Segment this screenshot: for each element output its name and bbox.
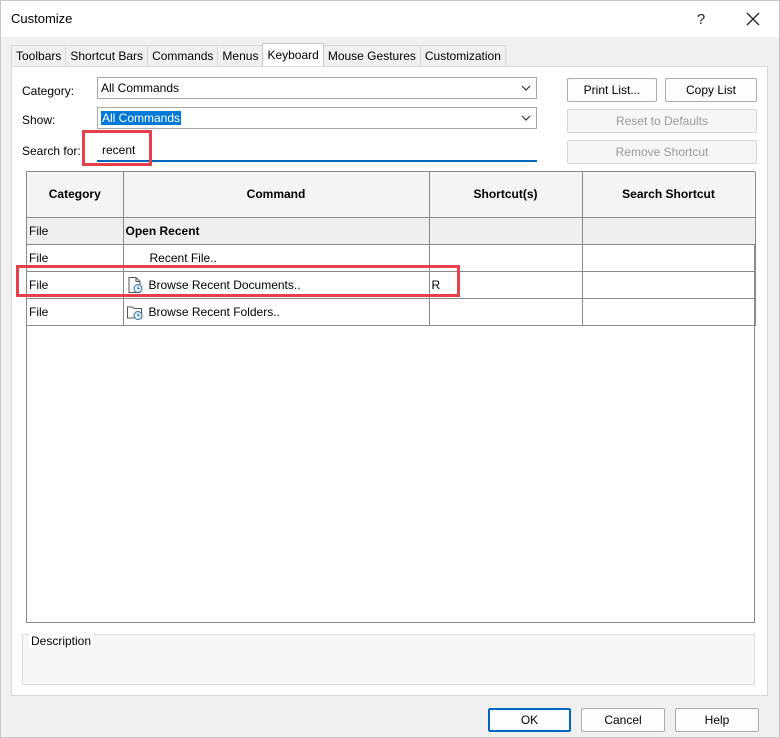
row-search-shortcut[interactable] bbox=[582, 244, 756, 272]
tab-customization[interactable]: Customization bbox=[419, 45, 506, 66]
tab-menus[interactable]: Menus bbox=[217, 45, 264, 66]
row-shortcut[interactable] bbox=[429, 298, 583, 326]
remove-shortcut-button[interactable]: Remove Shortcut bbox=[567, 140, 757, 164]
table-row[interactable]: File Open Recent bbox=[27, 217, 756, 245]
close-button[interactable] bbox=[733, 5, 773, 33]
table-row[interactable]: File Browse Recent Documents.. R bbox=[27, 271, 756, 299]
window-title: Customize bbox=[11, 11, 73, 26]
help-title-button[interactable]: ? bbox=[681, 5, 721, 33]
category-label: Category: bbox=[22, 84, 75, 98]
tab-toolbars[interactable]: Toolbars bbox=[11, 45, 67, 66]
header-shortcuts[interactable]: Shortcut(s) bbox=[429, 172, 583, 218]
row-command-cell: Browse Recent Folders.. bbox=[123, 298, 430, 326]
show-select[interactable]: All Commands bbox=[97, 107, 537, 129]
category-value: All Commands bbox=[101, 81, 180, 95]
help-button[interactable]: Help bbox=[675, 708, 759, 732]
folder-clock-icon bbox=[126, 306, 142, 320]
cancel-button[interactable]: Cancel bbox=[581, 708, 665, 732]
description-box: Description bbox=[22, 634, 755, 685]
row-search-shortcut[interactable] bbox=[582, 271, 756, 299]
row-shortcut[interactable] bbox=[429, 244, 583, 272]
row-command: Browse Recent Documents.. bbox=[148, 277, 301, 292]
category-select[interactable]: All Commands bbox=[97, 77, 537, 99]
copy-list-button[interactable]: Copy List bbox=[665, 78, 757, 102]
row-category: File bbox=[27, 217, 124, 245]
chevron-down-icon bbox=[521, 115, 531, 121]
shortcut-table: Category Command Shortcut(s) Search Shor… bbox=[26, 171, 756, 623]
header-category[interactable]: Category bbox=[27, 172, 124, 218]
tab-keyboard[interactable]: Keyboard bbox=[262, 43, 324, 66]
row-search-shortcut[interactable] bbox=[582, 298, 756, 326]
customize-dialog: Customize ? Toolbars Shortcut Bars Comma… bbox=[0, 0, 780, 738]
tab-mouse-gestures[interactable]: Mouse Gestures bbox=[322, 45, 421, 66]
chevron-down-icon bbox=[521, 85, 531, 91]
tab-strip: Toolbars Shortcut Bars Commands Menus Ke… bbox=[11, 43, 506, 66]
table-header-row: Category Command Shortcut(s) Search Shor… bbox=[27, 172, 756, 218]
search-input[interactable] bbox=[97, 140, 537, 162]
row-command: Recent File.. bbox=[123, 244, 430, 272]
row-shortcut[interactable] bbox=[429, 217, 583, 245]
row-command: Browse Recent Folders.. bbox=[148, 304, 280, 319]
row-command-cell: Browse Recent Documents.. bbox=[123, 271, 430, 299]
tab-shortcut-bars[interactable]: Shortcut Bars bbox=[65, 45, 149, 66]
reset-defaults-button[interactable]: Reset to Defaults bbox=[567, 109, 757, 133]
row-category: File bbox=[27, 244, 124, 272]
row-shortcut[interactable]: R bbox=[429, 271, 583, 299]
row-category: File bbox=[27, 298, 124, 326]
document-clock-icon bbox=[128, 276, 142, 293]
close-icon bbox=[746, 12, 760, 26]
keyboard-panel: Category: All Commands Show: All Command… bbox=[11, 66, 768, 696]
tab-commands[interactable]: Commands bbox=[147, 45, 219, 66]
row-command: Open Recent bbox=[123, 217, 430, 245]
ok-button[interactable]: OK bbox=[488, 708, 571, 732]
row-search-shortcut[interactable] bbox=[582, 217, 756, 245]
print-list-button[interactable]: Print List... bbox=[567, 78, 657, 102]
description-label: Description bbox=[29, 634, 94, 648]
table-row[interactable]: File Recent File.. bbox=[27, 244, 756, 272]
search-label: Search for: bbox=[22, 144, 81, 158]
header-search-shortcut[interactable]: Search Shortcut bbox=[582, 172, 756, 218]
show-label: Show: bbox=[22, 113, 56, 127]
row-category: File bbox=[27, 271, 124, 299]
table-row[interactable]: File Browse Recent Folders.. bbox=[27, 298, 756, 326]
show-value: All Commands bbox=[101, 111, 182, 125]
header-command[interactable]: Command bbox=[123, 172, 430, 218]
title-bar: Customize ? bbox=[1, 1, 779, 37]
